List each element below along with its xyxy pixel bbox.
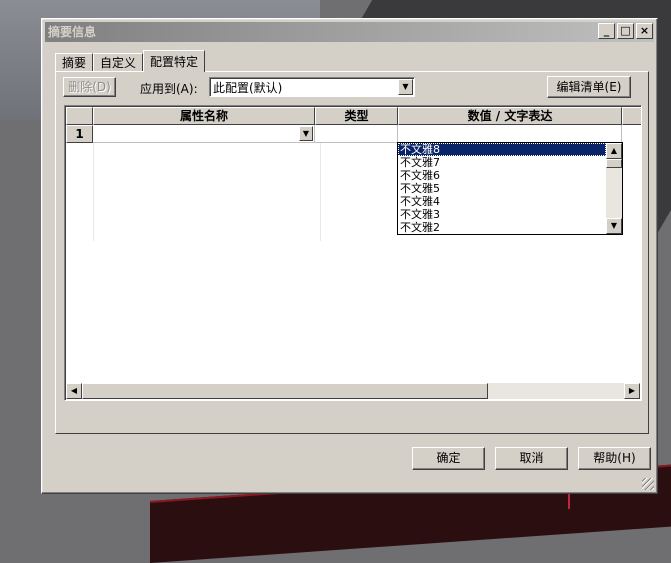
chevron-down-icon[interactable]: ▼: [398, 79, 413, 95]
grid-corner-header: [66, 107, 93, 125]
list-item[interactable]: 不文雅7: [398, 156, 606, 169]
apply-to-select[interactable]: 此配置(默认) ▼: [209, 77, 415, 97]
delete-button[interactable]: 删除(D): [63, 77, 116, 97]
property-name-cell[interactable]: ▼: [93, 125, 315, 143]
apply-to-label: 应用到(A):: [140, 82, 198, 96]
list-item[interactable]: 不文雅2: [398, 221, 606, 234]
chevron-down-icon[interactable]: ▼: [299, 126, 313, 141]
scroll-thumb[interactable]: [82, 383, 488, 399]
apply-to-value: 此配置(默认): [213, 81, 283, 95]
value-cell[interactable]: [398, 125, 622, 143]
minimize-button[interactable]: _: [598, 23, 615, 39]
tab-custom[interactable]: 自定义: [93, 53, 144, 71]
horizontal-scrollbar[interactable]: ◀ ▶: [66, 383, 640, 399]
list-item[interactable]: 不文雅4: [398, 195, 606, 208]
scroll-left-icon[interactable]: ◀: [66, 383, 82, 399]
list-item[interactable]: 不文雅6: [398, 169, 606, 182]
grid-divider: [320, 143, 321, 241]
help-button[interactable]: 帮助(H): [578, 447, 651, 470]
scroll-right-icon[interactable]: ▶: [624, 383, 640, 399]
cancel-button[interactable]: 取消: [495, 447, 568, 470]
tab-config-specific[interactable]: 配置特定: [143, 50, 206, 72]
list-item[interactable]: 不文雅8: [398, 143, 606, 156]
scroll-down-icon[interactable]: ▼: [606, 218, 622, 234]
list-item[interactable]: 不文雅3: [398, 208, 606, 221]
maximize-button[interactable]: □: [617, 23, 634, 39]
edit-list-button[interactable]: 编辑清单(E): [547, 76, 631, 98]
title-bar[interactable]: 摘要信息 _ □ ×: [45, 22, 654, 42]
property-name-select[interactable]: ▼: [93, 125, 314, 142]
list-item[interactable]: 不文雅5: [398, 182, 606, 195]
summary-info-dialog: 摘要信息 _ □ × 摘要 自定义 配置特定 删除(D) 应用到(A): 此配置…: [41, 18, 658, 494]
value-dropdown-list[interactable]: 不文雅8 不文雅7 不文雅6 不文雅5 不文雅4 不文雅3 不文雅2 ▲ ▼: [397, 142, 623, 235]
close-button[interactable]: ×: [636, 23, 653, 39]
tab-strip: 摘要 自定义 配置特定: [55, 50, 206, 72]
column-header-type[interactable]: 类型: [315, 107, 398, 125]
grid-divider: [93, 143, 94, 241]
ok-button[interactable]: 确定: [412, 447, 485, 470]
window-title: 摘要信息: [48, 25, 97, 39]
row-number-1: 1: [66, 125, 93, 143]
column-header-filler: [622, 107, 641, 125]
vertical-scrollbar[interactable]: ▲ ▼: [606, 143, 622, 234]
column-header-value[interactable]: 数值 / 文字表达: [398, 107, 622, 125]
scroll-up-icon[interactable]: ▲: [606, 143, 622, 159]
tab-summary[interactable]: 摘要: [55, 53, 94, 71]
type-cell[interactable]: [315, 125, 398, 143]
resize-grip-icon[interactable]: [642, 478, 654, 490]
column-header-property-name[interactable]: 属性名称: [93, 107, 315, 125]
scroll-thumb[interactable]: [606, 159, 622, 168]
